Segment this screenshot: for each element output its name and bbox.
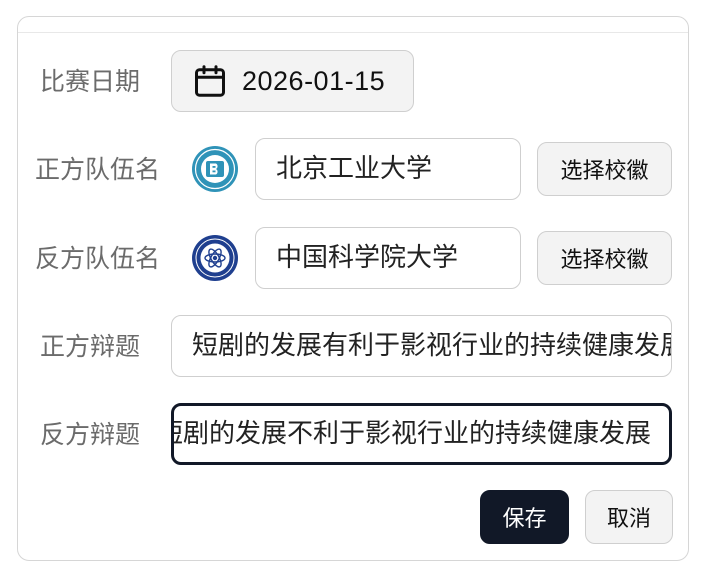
negative-topic-row: 反方辩题 短剧的发展不利于影视行业的持续健康发展 [18,403,688,465]
affirmative-topic-input[interactable]: 短剧的发展有利于影视行业的持续健康发展 [171,315,672,377]
affirmative-team-input[interactable]: 北京工业大学 [255,138,521,200]
negative-team-logo-icon [192,235,238,281]
affirmative-team-label: 正方队伍名 [35,154,161,184]
affirmative-topic-label: 正方辩题 [40,331,141,361]
team-settings-card: 比赛日期 2026-01-15 正方队伍名 北京工业大学 选择校徽 反方队伍名 [17,16,689,561]
affirmative-team-logo-icon [192,146,238,192]
negative-choose-logo-button[interactable]: 选择校徽 [537,231,672,285]
cancel-button[interactable]: 取消 [585,490,673,544]
negative-team-input[interactable]: 中国科学院大学 [255,227,521,289]
card-divider [18,32,688,33]
affirmative-choose-logo-button[interactable]: 选择校徽 [537,142,672,196]
match-date-value: 2026-01-15 [242,65,386,96]
affirmative-team-row: 正方队伍名 北京工业大学 选择校徽 [18,138,688,200]
match-date-picker[interactable]: 2026-01-15 [171,50,414,112]
save-button[interactable]: 保存 [480,490,569,544]
match-date-label: 比赛日期 [40,66,141,96]
calendar-icon [195,65,225,97]
affirmative-topic-row: 正方辩题 短剧的发展有利于影视行业的持续健康发展 [18,315,688,377]
negative-team-label: 反方队伍名 [35,243,161,273]
negative-topic-label: 反方辩题 [40,419,141,449]
negative-team-row: 反方队伍名 中国科学院大学 选择校徽 [18,227,688,289]
match-date-row: 比赛日期 2026-01-15 [18,50,688,112]
negative-topic-input[interactable]: 短剧的发展不利于影视行业的持续健康发展 [171,403,672,465]
negative-topic-text: 短剧的发展不利于影视行业的持续健康发展 [171,419,651,449]
